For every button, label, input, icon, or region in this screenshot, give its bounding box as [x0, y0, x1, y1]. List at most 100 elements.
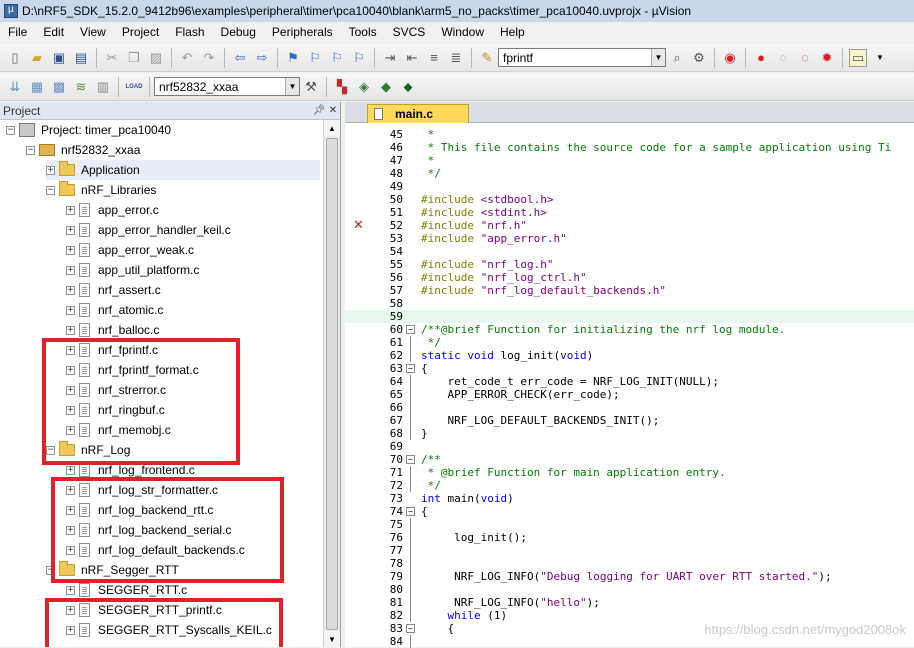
debug-session-icon[interactable]: ◉ — [721, 49, 739, 67]
code-line[interactable]: 45 * — [345, 128, 914, 141]
code-line[interactable]: 46 * This file contains the source code … — [345, 141, 914, 154]
copy-icon[interactable]: ❐ — [125, 49, 143, 67]
collapse-icon[interactable]: − — [46, 185, 55, 195]
code-line[interactable]: 82 while (1) — [345, 609, 914, 622]
code-line[interactable]: 78 — [345, 557, 914, 570]
navigate-forward-icon[interactable]: ⇨ — [253, 49, 271, 67]
batch-build-icon[interactable]: ≋ — [72, 78, 90, 96]
tree-item-file[interactable]: + app_error.c — [66, 200, 159, 220]
tree-item-file[interactable]: + nrf_atomic.c — [66, 300, 163, 320]
tree-item-file[interactable]: + nrf_assert.c — [66, 280, 161, 300]
expand-icon[interactable]: + — [46, 165, 55, 175]
menu-help[interactable]: Help — [492, 25, 533, 39]
menu-peripherals[interactable]: Peripherals — [264, 25, 341, 39]
code-line[interactable]: 73 int main(void) — [345, 492, 914, 505]
code-line[interactable]: 76 log_init(); — [345, 531, 914, 544]
code-area[interactable]: 45 * 46 * This file contains the source c… — [345, 123, 914, 648]
save-all-icon[interactable]: ▤ — [72, 49, 90, 67]
expand-icon[interactable]: + — [66, 225, 75, 235]
menu-window[interactable]: Window — [433, 25, 492, 39]
undo-icon[interactable]: ↶ — [178, 49, 196, 67]
save-icon[interactable]: ▣ — [50, 49, 68, 67]
manage-components-icon[interactable]: ◈ — [355, 78, 373, 96]
tree-item-file[interactable]: + app_error_handler_keil.c — [66, 220, 231, 240]
code-line[interactable]: 67 NRF_LOG_DEFAULT_BACKENDS_INIT(); — [345, 414, 914, 427]
menu-edit[interactable]: Edit — [35, 25, 72, 39]
code-line[interactable]: 70−/** — [345, 453, 914, 466]
tree-item-file[interactable]: + SEGGER_RTT.c — [66, 580, 187, 600]
code-line[interactable]: 52 ✕ #include "nrf.h" — [345, 219, 914, 232]
enable-breakpoint-icon[interactable]: ○ — [774, 49, 792, 67]
project-tree-scrollbar[interactable]: ▲ ▼ — [323, 120, 340, 647]
expand-icon[interactable]: + — [66, 465, 75, 475]
menu-project[interactable]: Project — [114, 25, 167, 39]
fold-toggle-icon[interactable]: − — [406, 455, 415, 464]
expand-icon[interactable]: + — [66, 285, 75, 295]
code-line[interactable]: 69 — [345, 440, 914, 453]
scroll-up-icon[interactable]: ▲ — [324, 120, 340, 136]
code-line[interactable]: 80 — [345, 583, 914, 596]
fold-toggle-icon[interactable]: − — [406, 364, 415, 373]
incremental-find-icon[interactable]: ⚙ — [690, 49, 708, 67]
code-line[interactable]: 55 #include "nrf_log.h" — [345, 258, 914, 271]
code-line[interactable]: 68} — [345, 427, 914, 440]
navigate-back-icon[interactable]: ⇦ — [231, 49, 249, 67]
menu-debug[interactable]: Debug — [213, 25, 264, 39]
expand-icon[interactable]: + — [66, 265, 75, 275]
find-combo[interactable]: fprintf ▼ — [498, 48, 666, 67]
menu-tools[interactable]: Tools — [341, 25, 385, 39]
open-folder-icon[interactable]: ▰ — [28, 49, 46, 67]
prev-bookmark-icon[interactable]: ⚐ — [306, 49, 324, 67]
disable-breakpoints-icon[interactable]: ◌ — [796, 49, 814, 67]
code-line[interactable]: 50 #include <stdbool.h> — [345, 193, 914, 206]
error-marker-icon[interactable]: ✕ — [353, 219, 364, 232]
collapse-icon[interactable]: − — [6, 125, 15, 135]
file-extensions-icon[interactable]: ▚ — [333, 78, 351, 96]
expand-icon[interactable]: + — [66, 205, 75, 215]
code-line[interactable]: 72 */ — [345, 479, 914, 492]
code-line[interactable]: 51 #include <stdint.h> — [345, 206, 914, 219]
code-line[interactable]: 77 — [345, 544, 914, 557]
next-bookmark-icon[interactable]: ⚐ — [328, 49, 346, 67]
code-line[interactable]: 75 — [345, 518, 914, 531]
code-line[interactable]: 62 static void log_init(void) — [345, 349, 914, 362]
code-line[interactable]: 58 — [345, 297, 914, 310]
tree-item-file[interactable]: + app_error_weak.c — [66, 240, 194, 260]
code-line[interactable]: 74−{ — [345, 505, 914, 518]
code-line[interactable]: 64 ret_code_t err_code = NRF_LOG_INIT(NU… — [345, 375, 914, 388]
scroll-down-icon[interactable]: ▼ — [324, 631, 340, 647]
fold-toggle-icon[interactable]: − — [406, 325, 415, 334]
menu-svcs[interactable]: SVCS — [385, 25, 434, 39]
code-line[interactable]: 48 */ — [345, 167, 914, 180]
code-line[interactable]: 81 NRF_LOG_INFO("hello"); — [345, 596, 914, 609]
tree-item-target[interactable]: − nrf52832_xxaa — [26, 140, 140, 160]
expand-icon[interactable]: + — [66, 245, 75, 255]
stop-build-icon[interactable]: ▥ — [94, 78, 112, 96]
select-packs-icon[interactable]: ◆ — [377, 78, 395, 96]
code-line[interactable]: 53 #include "app_error.h" — [345, 232, 914, 245]
tree-item-group[interactable]: + Application — [46, 160, 320, 180]
target-options-icon[interactable]: ⚒ — [302, 78, 320, 96]
collapse-icon[interactable]: − — [26, 145, 35, 155]
expand-icon[interactable]: + — [66, 305, 75, 315]
code-line[interactable]: 59 — [345, 310, 914, 323]
expand-icon[interactable]: + — [66, 325, 75, 335]
tree-item-group[interactable]: − nRF_Libraries — [46, 180, 156, 200]
indent-icon[interactable]: ⇥ — [381, 49, 399, 67]
chevron-down-icon[interactable]: ▼ — [285, 78, 299, 95]
find-in-files-icon[interactable]: ✎ — [478, 49, 496, 67]
code-line[interactable]: 54 — [345, 245, 914, 258]
code-line[interactable]: 66 — [345, 401, 914, 414]
layout-dropdown-icon[interactable]: ▼ — [871, 49, 889, 67]
pack-installer-icon[interactable]: ⬥ — [399, 78, 417, 96]
build-icon[interactable]: ▦ — [28, 78, 46, 96]
cut-icon[interactable]: ✂ — [103, 49, 121, 67]
fold-toggle-icon[interactable]: − — [406, 507, 415, 516]
kill-breakpoints-icon[interactable]: ✹ — [818, 49, 836, 67]
menu-file[interactable]: File — [0, 25, 35, 39]
redo-icon[interactable]: ↷ — [200, 49, 218, 67]
unindent-icon[interactable]: ⇤ — [403, 49, 421, 67]
fold-toggle-icon[interactable]: − — [406, 624, 415, 633]
tree-item-file[interactable]: + app_util_platform.c — [66, 260, 199, 280]
new-file-icon[interactable]: ▯ — [6, 49, 24, 67]
